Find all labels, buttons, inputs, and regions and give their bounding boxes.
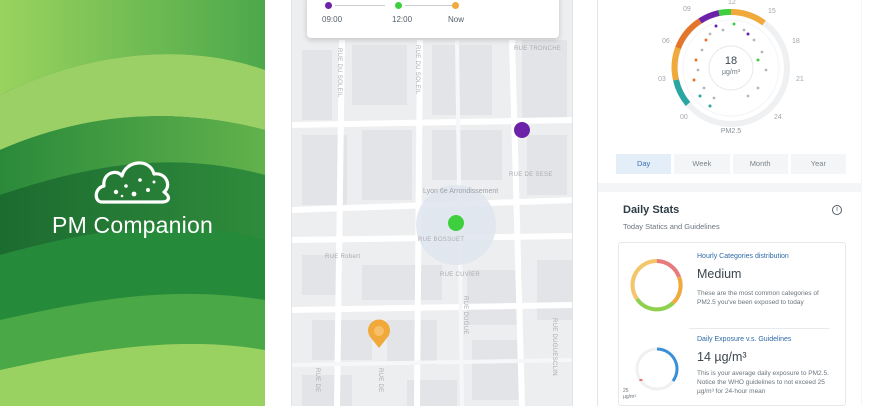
exposure-ring bbox=[635, 347, 679, 391]
tab-week[interactable]: Week bbox=[674, 154, 730, 174]
pollutant-label: PM2.5 bbox=[720, 128, 742, 135]
gauge-tick-15: 15 bbox=[768, 8, 776, 15]
timeline-dot-12[interactable] bbox=[395, 2, 402, 9]
street-label: RUE TRONCHE bbox=[514, 46, 562, 52]
timeline-connector bbox=[335, 5, 385, 6]
period-tabs: Day Week Month Year bbox=[616, 154, 846, 174]
info-icon[interactable]: i bbox=[832, 205, 842, 215]
gauge-tick-06: 06 bbox=[662, 38, 670, 45]
exposure-value: 14 µg/m³ bbox=[697, 350, 747, 364]
street-label: RUE DE bbox=[314, 368, 320, 393]
exposure-text: This is your average daily exposure to P… bbox=[697, 370, 829, 395]
street-label: RUE DE bbox=[377, 368, 383, 393]
hourly-categories-ring bbox=[630, 258, 683, 312]
gauge-tick-21: 21 bbox=[796, 76, 804, 83]
timeline-connector bbox=[405, 5, 455, 6]
splash-panel: PM Companion bbox=[0, 0, 265, 406]
timeline-label-now: Now bbox=[448, 15, 465, 24]
hourly-text: These are the most common categories of … bbox=[697, 290, 819, 306]
timeline-dot-09[interactable] bbox=[325, 2, 332, 9]
gauge-center-value: 18 bbox=[724, 55, 738, 67]
exposure-ring-unit: µg/m³ bbox=[623, 394, 636, 400]
row-divider bbox=[689, 328, 829, 329]
tab-month[interactable]: Month bbox=[732, 154, 788, 174]
timeline-card[interactable]: 09:00 12:00 Now bbox=[307, 0, 559, 38]
street-label: RUE CUVIER bbox=[440, 272, 481, 278]
daily-stats-subtitle: Today Statics and Guidelines bbox=[623, 222, 720, 231]
gauge-tick-12: 12 bbox=[728, 0, 736, 6]
street-label: RUE DU SOLEIL bbox=[336, 48, 342, 98]
street-label: RUE BOSSUET bbox=[418, 237, 465, 243]
green-marker[interactable] bbox=[448, 215, 464, 231]
area-label: Lyon 6e Arrondissement bbox=[423, 188, 499, 195]
stats-inner-panel: Hourly Categories distribution Medium Th… bbox=[618, 242, 846, 406]
app-name: PM Companion bbox=[52, 212, 213, 238]
exposure-heading: Daily Exposure v.s. Guidelines bbox=[697, 336, 792, 343]
map-screen[interactable]: RUE DU SOLEIL RUE DU SOLEIL RUE TRONCHE … bbox=[291, 0, 573, 406]
timeline-label-09: 09:00 bbox=[322, 15, 343, 24]
cloud-particles-icon bbox=[94, 161, 171, 204]
timeline-label-12: 12:00 bbox=[392, 15, 413, 24]
street-label: RUE DE SESE bbox=[509, 172, 553, 178]
gauge-tick-18: 18 bbox=[792, 38, 800, 45]
street-label: RUE DUGUE bbox=[462, 296, 468, 335]
hourly-heading: Hourly Categories distribution bbox=[697, 253, 789, 260]
street-label: RUE DU SOLEIL bbox=[414, 45, 420, 95]
daily-stats-card: Daily Stats Today Statics and Guidelines… bbox=[598, 192, 861, 406]
gauge-tick-24: 24 bbox=[774, 114, 782, 121]
tab-day[interactable]: Day bbox=[616, 154, 672, 174]
gauge-center-unit: µg/m³ bbox=[721, 69, 741, 76]
hourly-value: Medium bbox=[697, 267, 742, 281]
gauge-tick-09: 09 bbox=[683, 6, 691, 13]
gauge-tick-03: 03 bbox=[658, 76, 666, 83]
stats-screen[interactable]: 09 12 15 18 21 24 00 03 06 18 µg/m³ PM2.… bbox=[597, 0, 862, 406]
street-label: RUE Robert bbox=[325, 254, 361, 260]
gauge-tick-00: 00 bbox=[680, 114, 688, 121]
street-map[interactable] bbox=[292, 0, 573, 406]
tab-year[interactable]: Year bbox=[790, 154, 846, 174]
gauge-card: 09 12 15 18 21 24 00 03 06 18 µg/m³ PM2.… bbox=[598, 0, 861, 183]
daily-stats-title: Daily Stats bbox=[623, 204, 680, 216]
timeline-dot-now[interactable] bbox=[452, 2, 459, 9]
purple-marker[interactable] bbox=[514, 122, 530, 138]
street-label: RUE DUGUESCLIN bbox=[551, 318, 557, 376]
